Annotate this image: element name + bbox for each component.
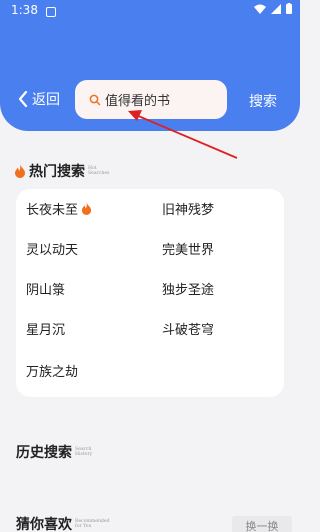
guess-subtitle: Recommended for You [75,519,110,529]
hot-item-0[interactable]: 长夜未至 [26,199,92,218]
hot-item-label: 独步圣途 [162,283,215,298]
search-placeholder: 值得看的书 [105,94,171,109]
signal-icon [271,3,281,14]
hot-item-label: 星月沉 [26,323,66,338]
history-subtitle: Search History [75,447,93,457]
search-input[interactable]: 值得看的书 [75,80,227,119]
hot-search-subtitle: Hot Searches [88,166,110,176]
search-button[interactable]: 搜索 [249,91,277,111]
hot-item-1[interactable]: 旧神残梦 [162,199,214,218]
hot-item-7[interactable]: 斗破苍穹 [162,319,214,338]
guess-heading: 猜你喜欢 [16,517,72,532]
back-button[interactable]: 返回 [18,89,60,109]
status-time: 1:38 [11,3,38,17]
history-heading: 历史搜索 [16,445,72,461]
wifi-icon [254,4,266,14]
hot-search-heading: 热门搜索 [29,164,85,180]
refresh-button[interactable]: 换一换 [232,516,292,532]
header-bar: 1:38 返回 值得看的书 搜索 [0,0,300,131]
guess-title: 猜你喜欢 Recommended for You [16,514,110,532]
search-icon [89,94,101,105]
history-title: 历史搜索 Search History [16,442,105,462]
hot-item-label: 斗破苍穹 [162,323,215,338]
status-bar: 1:38 [0,0,300,22]
hot-search-title: 热门搜索 Hot Searches [14,161,118,181]
hot-item-label: 万族之劫 [26,365,79,380]
hot-item-6[interactable]: 星月沉 [26,319,65,338]
hot-item-label: 完美世界 [162,243,215,258]
hot-item-4[interactable]: 阴山箓 [26,279,65,298]
hot-item-2[interactable]: 灵以动天 [26,239,78,258]
hot-item-label: 阴山箓 [26,283,66,298]
battery-icon [286,3,292,14]
hot-item-3[interactable]: 完美世界 [162,239,214,258]
hot-item-5[interactable]: 独步圣途 [162,279,214,298]
chevron-left-icon [18,91,28,107]
hot-item-8[interactable]: 万族之劫 [26,361,78,380]
notification-icon [46,7,56,17]
flame-icon [81,202,92,215]
hot-search-card: 长夜未至 旧神残梦 灵以动天 完美世界 阴山箓 独步圣途 星月沉 斗破苍穹 万族… [16,189,284,397]
hot-item-label: 灵以动天 [26,243,79,258]
flame-icon [15,164,25,178]
hot-item-label: 长夜未至 [26,203,79,218]
hot-item-label: 旧神残梦 [162,203,215,218]
back-label: 返回 [32,92,60,108]
